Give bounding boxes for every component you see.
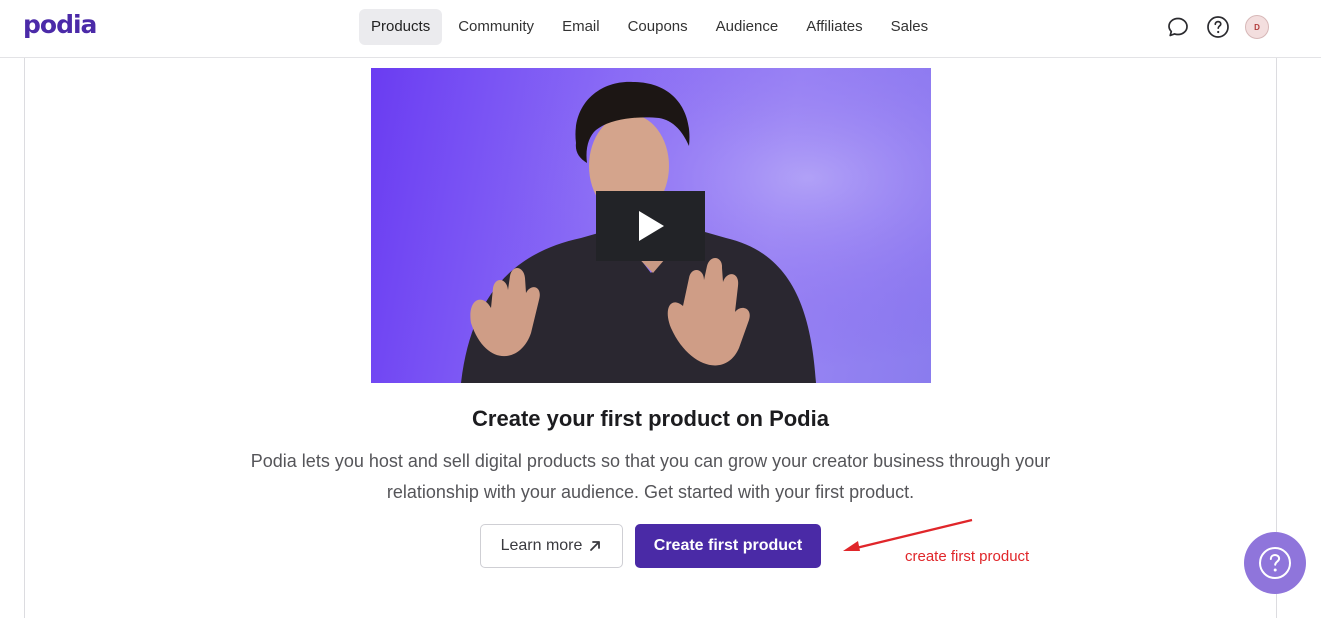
help-widget-button[interactable] [1244,532,1306,594]
nav-item-community[interactable]: Community [446,9,546,45]
nav-item-audience[interactable]: Audience [704,9,791,45]
play-button[interactable] [596,191,705,261]
annotation-label: create first product [905,548,1030,565]
page-title: Create your first product on Podia [472,406,829,431]
nav-item-affiliates[interactable]: Affiliates [794,9,874,45]
external-link-arrow-icon [588,539,602,553]
question-circle-icon [1259,547,1291,579]
create-first-product-button[interactable]: Create first product [635,524,821,568]
podia-logo[interactable]: podia [23,10,97,39]
chat-bubble-icon[interactable] [1165,14,1191,40]
play-icon [638,211,664,241]
avatar[interactable]: D [1245,15,1269,39]
top-navigation-bar: podia Products Community Email Coupons A… [0,0,1321,58]
nav-item-sales[interactable]: Sales [879,9,941,45]
learn-more-button[interactable]: Learn more [480,524,623,568]
learn-more-label: Learn more [500,537,583,554]
intro-video[interactable] [371,68,931,383]
nav-item-products[interactable]: Products [359,9,443,45]
main-nav: Products Community Email Coupons Audienc… [359,9,944,45]
nav-item-email[interactable]: Email [550,9,612,45]
header-actions: D [1151,14,1269,40]
question-circle-icon[interactable] [1205,14,1231,40]
nav-item-coupons[interactable]: Coupons [616,9,700,45]
page-description: Podia lets you host and sell digital pro… [250,451,1051,502]
